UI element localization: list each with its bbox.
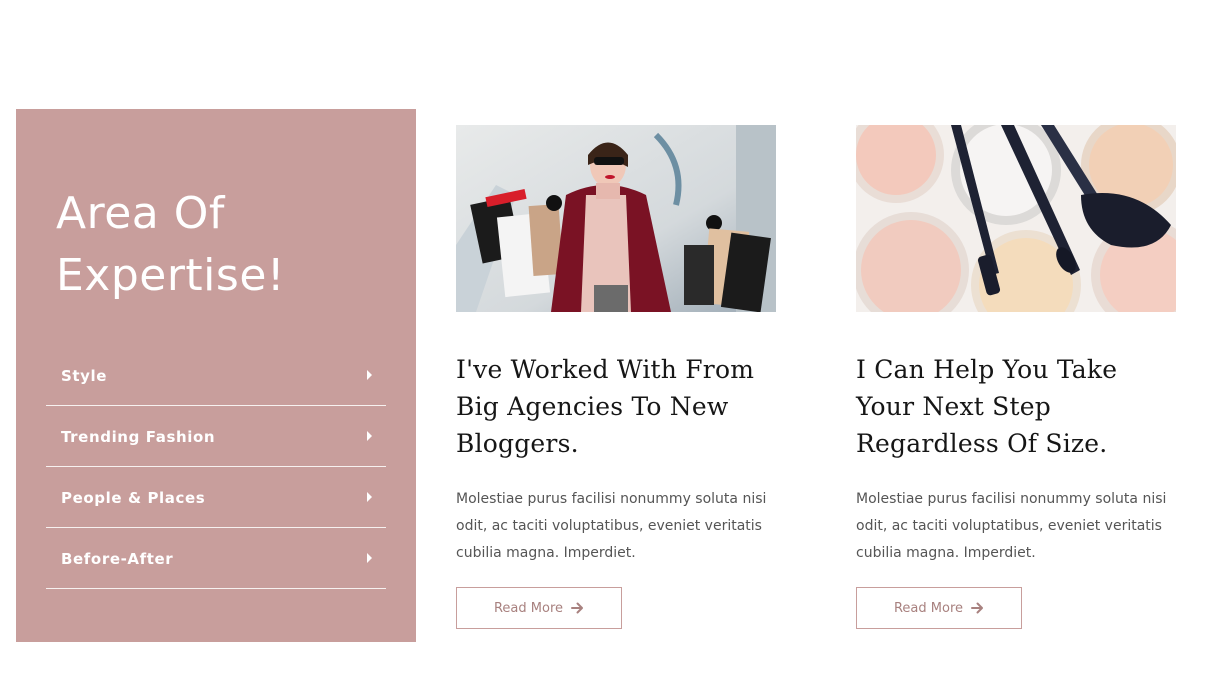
caret-right-icon — [367, 431, 372, 441]
expertise-item-trending-fashion[interactable]: Trending Fashion — [46, 406, 386, 467]
expertise-item-label: Before-After — [61, 550, 174, 568]
article-excerpt: Molestiae purus facilisi nonummy soluta … — [856, 491, 1167, 561]
article-card: I've Worked With From Big Agencies To Ne… — [456, 125, 776, 629]
read-more-button[interactable]: Read More — [856, 587, 1022, 629]
expertise-item-label: People & Places — [61, 489, 206, 507]
read-more-button[interactable]: Read More — [456, 587, 622, 629]
woman-shopping-bags-photo[interactable] — [456, 125, 776, 312]
article-title[interactable]: I've Worked With From Big Agencies To Ne… — [456, 351, 776, 462]
makeup-powder-brushes-photo[interactable] — [856, 125, 1176, 312]
article-excerpt: Molestiae purus facilisi nonummy soluta … — [456, 491, 767, 561]
expertise-item-label: Style — [61, 367, 108, 385]
expertise-item-label: Trending Fashion — [61, 428, 216, 446]
article-title[interactable]: I Can Help You Take Your Next Step Regar… — [856, 351, 1176, 462]
article-card: I Can Help You Take Your Next Step Regar… — [856, 125, 1176, 629]
expertise-item-style[interactable]: Style — [46, 345, 386, 406]
read-more-label: Read More — [493, 600, 564, 616]
expertise-item-people-places[interactable]: People & Places — [46, 467, 386, 528]
caret-right-icon — [367, 370, 372, 380]
expertise-list: Style Trending Fashion People & Places B… — [46, 345, 386, 589]
expertise-panel: Area Of Expertise! Style Trending Fashio… — [16, 109, 416, 642]
arrow-right-icon — [571, 602, 584, 614]
caret-right-icon — [367, 553, 372, 563]
caret-right-icon — [367, 492, 372, 502]
expertise-title-line-2: Expertise! — [56, 250, 286, 301]
page: Area Of Expertise! Style Trending Fashio… — [0, 0, 1214, 684]
expertise-title: Area Of Expertise! — [56, 183, 376, 307]
arrow-right-icon — [971, 602, 984, 614]
read-more-label: Read More — [893, 600, 964, 616]
expertise-item-before-after[interactable]: Before-After — [46, 528, 386, 589]
expertise-title-line-1: Area Of — [56, 188, 225, 239]
